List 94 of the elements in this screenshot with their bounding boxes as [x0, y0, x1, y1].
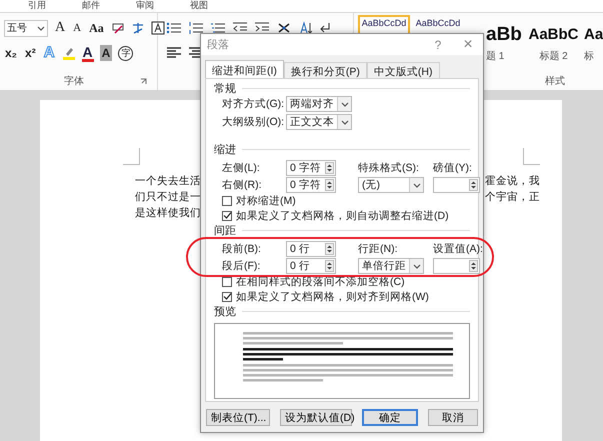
dialog-button[interactable]: 设为默认值(D)	[280, 409, 352, 426]
spin-field[interactable]: 0 行	[286, 241, 336, 257]
style-sample: aBb	[486, 25, 522, 45]
dropdown-field[interactable]: 单倍行距	[358, 258, 424, 274]
sort-icon[interactable]	[298, 21, 312, 35]
font-size-dropdown[interactable]: 五号	[4, 20, 48, 36]
checkbox[interactable]	[222, 292, 232, 302]
checkbox-label: 对称缩进(M)	[236, 194, 296, 208]
numbered-list-icon[interactable]	[188, 21, 204, 35]
spin-arrows-icon[interactable]	[325, 179, 334, 191]
checkbox[interactable]	[222, 210, 232, 220]
body-text: 个宇宙，正	[485, 190, 540, 205]
field-label: 对齐方式(G):	[222, 97, 286, 112]
spin-arrows-icon[interactable]	[325, 243, 334, 255]
body-text: 是这样使我们	[135, 206, 201, 221]
dropdown-field[interactable]: (无)	[358, 177, 424, 193]
checkbox-label: 在相同样式的段落间不添加空格(C)	[236, 274, 405, 288]
dropdown-field[interactable]: 两端对齐	[286, 96, 352, 112]
dialog-button[interactable]: 确定	[362, 409, 418, 426]
corner-mark	[123, 148, 140, 165]
dialog-title: 段落	[207, 38, 230, 52]
checkbox-label: 如果定义了文档网格，则对齐到网格(W)	[236, 290, 429, 304]
subscript-button[interactable]: x₂	[4, 45, 18, 61]
close-button[interactable]: ×	[453, 36, 483, 54]
style-sample: Aa	[584, 25, 603, 45]
spin-field[interactable]: 0 字符	[286, 177, 336, 193]
eraser-icon[interactable]	[110, 21, 125, 35]
spin-field[interactable]	[433, 258, 480, 274]
highlighter-icon[interactable]	[62, 46, 76, 60]
spin-arrows-icon[interactable]	[469, 179, 478, 191]
superscript-button[interactable]: x²	[24, 45, 37, 61]
section-heading: 预览	[214, 305, 236, 319]
style-sample: AaBbC	[528, 25, 578, 45]
caret-icon	[412, 182, 420, 188]
ribbon-tab[interactable]: 视图	[190, 0, 208, 12]
group-label: 样式	[545, 74, 565, 88]
spin-field[interactable]: 0 字符	[286, 160, 336, 176]
field-label: 大纲级别(O):	[222, 115, 286, 130]
checkbox[interactable]	[222, 196, 232, 206]
shrink-font-button[interactable]: A	[72, 20, 82, 36]
corner-mark	[523, 148, 540, 165]
paragraph-mark-icon[interactable]	[318, 21, 332, 35]
dialog-tab[interactable]: 中文版式(H)	[366, 62, 440, 78]
spin-arrows-icon[interactable]	[325, 162, 334, 174]
dialog-button[interactable]: 制表位(T)...	[206, 409, 270, 426]
caret-icon	[340, 102, 348, 106]
dialog-tab[interactable]: 缩进和间距(I)	[205, 60, 284, 78]
style-gallery-item[interactable]: Aa 标	[583, 15, 603, 67]
ribbon-tab[interactable]: 审阅	[136, 0, 154, 12]
body-text: 一个失去生活	[135, 174, 201, 189]
checkbox[interactable]	[222, 276, 232, 286]
grow-font-button[interactable]: A	[54, 20, 66, 36]
field-label: 行距(N):	[358, 242, 398, 257]
help-button[interactable]: ?	[423, 38, 453, 52]
field-label: 段前(B):	[222, 242, 262, 257]
dialog-button[interactable]: 取消	[428, 409, 478, 426]
field-label: 左侧(L):	[222, 161, 261, 176]
spin-field[interactable]: 0 行	[286, 258, 336, 274]
section-heading: 间距	[214, 224, 236, 238]
style-sample: AaBbCcDd	[362, 18, 406, 28]
field-label: 特殊格式(S):	[358, 161, 420, 176]
dropdown-field[interactable]: 正文文本	[286, 114, 352, 130]
multilevel-list-icon[interactable]	[210, 21, 226, 35]
ribbon-tab[interactable]: 邮件	[82, 0, 100, 12]
field-label: 右侧(R):	[222, 178, 262, 193]
character-shading-button[interactable]: A	[100, 45, 112, 61]
ribbon-tab[interactable]: 引用	[28, 0, 46, 12]
checkbox-label: 如果定义了文档网格，则自动调整右缩进(D)	[236, 208, 449, 222]
group-label: 字体	[64, 74, 84, 88]
dialog-launcher-icon[interactable]	[140, 78, 147, 84]
style-name: 标题 2	[539, 50, 568, 63]
bordered-letter-icon[interactable]	[150, 21, 165, 35]
caret-icon	[37, 26, 45, 30]
style-gallery-item[interactable]: AaBbC 标题 2	[526, 15, 581, 67]
body-text: 们只不过是一	[135, 190, 201, 205]
change-case-button[interactable]: Aa	[88, 20, 105, 36]
spin-arrows-icon[interactable]	[325, 260, 334, 272]
dialog-tab[interactable]: 换行和分页(P)	[284, 62, 367, 78]
field-label: 设置值(A):	[433, 242, 481, 257]
section-heading: 缩进	[214, 142, 236, 157]
field-label: 段后(F):	[222, 259, 262, 274]
spin-arrows-icon[interactable]	[469, 260, 478, 272]
style-name: 题 1	[486, 50, 504, 63]
style-name: 标	[584, 50, 594, 63]
caret-icon	[412, 264, 420, 268]
spin-field[interactable]	[433, 177, 480, 193]
align-left-icon[interactable]	[166, 46, 182, 60]
enclose-character-button[interactable]: 字	[118, 46, 134, 60]
body-text: 霍金说，我	[485, 174, 540, 189]
field-label: 磅值(Y):	[433, 161, 473, 176]
bullet-list-icon[interactable]	[166, 21, 182, 35]
caret-icon	[340, 120, 348, 124]
font-color-button[interactable]: A	[82, 44, 94, 62]
section-heading: 常规	[214, 82, 236, 96]
